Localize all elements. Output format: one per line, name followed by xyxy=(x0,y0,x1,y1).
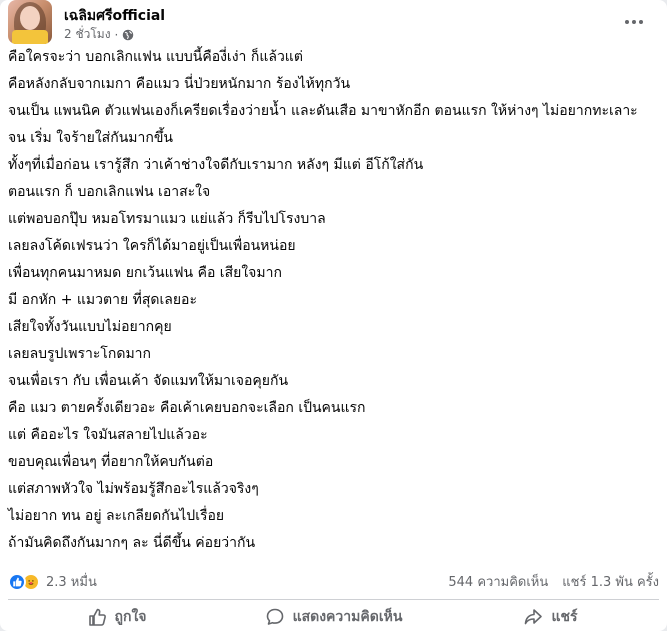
post-line: แต่พอบอกปุ๊บ หมอโทรมาแมว แย่แล้ว ก็รีบไป… xyxy=(8,211,326,227)
post-line: คือ แมว ตายครั้งเดียวอะ คือเค้าเคยบอกจะเ… xyxy=(8,400,366,416)
post-line: ทั้งๆที่เมื่อก่อน เรารู้สึก ว่าเค้าช่างใ… xyxy=(8,157,424,173)
post-line: มี อกหัก + แมวตาย ที่สุดเลยอะ xyxy=(8,292,197,308)
more-dot-icon xyxy=(639,20,643,24)
comment-icon xyxy=(266,608,283,625)
post-stats: 2.3 หมื่น 544 ความคิดเห็น แชร์ 1.3 พัน ค… xyxy=(8,570,659,592)
comment-label: แสดงความคิดเห็น xyxy=(292,609,403,625)
globe-icon[interactable] xyxy=(122,29,134,41)
post-line: จน เริ่ม ใจร้ายใส่กันมากขึ้น xyxy=(8,130,173,146)
engagement-counts: 544 ความคิดเห็น แชร์ 1.3 พัน ครั้ง xyxy=(448,571,659,592)
post-line: เพื่อนทุกคนมาหมด ยกเว้นแฟน คือ เสียใจมาก xyxy=(8,265,282,281)
post-time[interactable]: 2 ชั่วโมง xyxy=(64,25,111,44)
like-icon xyxy=(8,572,26,591)
more-options-button[interactable] xyxy=(620,10,648,34)
page-avatar[interactable] xyxy=(8,0,52,44)
reactions-summary[interactable]: 2.3 หมื่น xyxy=(8,571,97,592)
share-button[interactable]: แชร์ xyxy=(442,603,659,631)
like-label: ถูกใจ xyxy=(114,609,147,625)
post-line: เลยลงโค้ดเฟรนว่า ใครก็ได้มาอยู่เป็นเพื่อ… xyxy=(8,238,296,254)
post-line: จนเพื่อเรา กับ เพื่อนเค้า จัดแมทให้มาเจอ… xyxy=(8,373,289,389)
thumbs-up-icon xyxy=(88,608,106,626)
post-line: เสียใจทั้งวันแบบไม่อยากคุย xyxy=(8,319,172,335)
post-line: จนเป็น แพนนิค ตัวแฟนเองก็เครียดเรื่องว่า… xyxy=(8,103,638,119)
post-line: ถ้ามันคิดถึงกันมากๆ ละ นี่ดีขึ้น ค่อยว่า… xyxy=(8,535,256,551)
post-line: ไม่อยาก ทน อยู่ ละเกลียดกันไปเรื่อย xyxy=(8,508,225,524)
share-count-link[interactable]: แชร์ 1.3 พัน ครั้ง xyxy=(562,571,659,592)
page-name[interactable]: เฉลิมศรีofficial xyxy=(64,5,165,27)
comment-button[interactable]: แสดงความคิดเห็น xyxy=(225,603,442,631)
post-header: เฉลิมศรีofficial 2 ชั่วโมง · xyxy=(8,0,648,44)
more-dot-icon xyxy=(625,20,629,24)
post-actions: ถูกใจ แสดงความคิดเห็น แชร์ xyxy=(8,603,659,631)
post-line: ตอนแรก ก็ บอกเลิกแฟน เอาสะใจ xyxy=(8,184,211,200)
post-line: ขอบคุณเพื่อนๆ ที่อยากให้คบกันต่อ xyxy=(8,454,214,470)
post-line: เลยลบรูปเพราะโกดมาก xyxy=(8,346,152,362)
post-line: แต่สภาพหัวใจ ไม่พร้อมรู้สึกอะไรแล้วจริงๆ xyxy=(8,481,259,497)
comment-count-link[interactable]: 544 ความคิดเห็น xyxy=(448,571,548,592)
reaction-count: 2.3 หมื่น xyxy=(46,575,97,590)
post-meta: 2 ชั่วโมง · xyxy=(64,25,134,44)
post-line: แต่ คืออะไร ใจมันสลายไปแล้วอะ xyxy=(8,427,208,443)
actions-divider xyxy=(8,599,659,600)
share-icon xyxy=(525,609,543,625)
share-label: แชร์ xyxy=(551,609,578,625)
like-button[interactable]: ถูกใจ xyxy=(8,603,225,631)
post-line: คือใครจะว่า บอกเลิกแฟน แบบนี้คืองี่เง่า … xyxy=(8,49,303,65)
facebook-post: เฉลิมศรีofficial 2 ชั่วโมง · คือใครจะว่า… xyxy=(0,0,667,631)
more-dot-icon xyxy=(632,20,636,24)
post-line: คือหลังกลับจากเมกา คือแมว นี่ป่วยหนักมาก… xyxy=(8,76,351,92)
meta-separator: · xyxy=(114,27,119,42)
